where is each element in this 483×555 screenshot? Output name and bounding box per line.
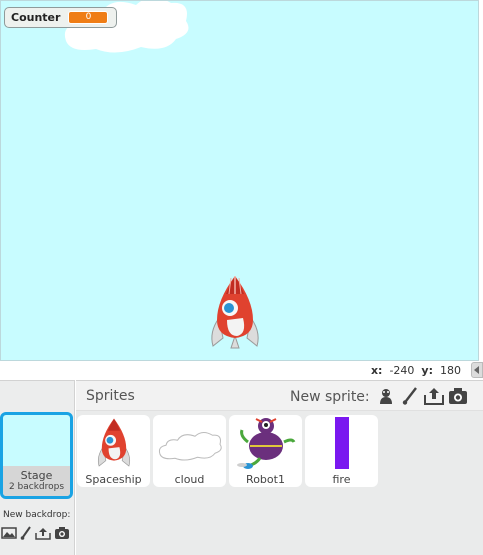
spaceship-sprite[interactable] bbox=[207, 274, 263, 350]
monitor-label: Counter bbox=[11, 11, 61, 24]
x-value: -240 bbox=[389, 364, 415, 377]
sprites-header: Sprites New sprite: bbox=[76, 381, 483, 411]
paintbrush-icon[interactable] bbox=[20, 526, 32, 540]
new-sprite-tools bbox=[376, 386, 468, 406]
sprites-panel: Sprites New sprite: Spaceship cloud Robo… bbox=[76, 380, 483, 555]
stage-collapse-toggle[interactable] bbox=[471, 362, 483, 378]
paintbrush-icon[interactable] bbox=[400, 386, 420, 406]
backdrop-tools bbox=[1, 526, 70, 540]
backdrop-count: 2 backdrops bbox=[8, 482, 65, 492]
sprite-tile-fire[interactable]: fire bbox=[305, 415, 378, 487]
upload-icon[interactable] bbox=[424, 386, 444, 406]
cloud-icon bbox=[153, 415, 226, 471]
stage-canvas[interactable]: Counter 0 bbox=[0, 0, 479, 361]
sprite-name: cloud bbox=[174, 473, 205, 486]
stage-name: Stage bbox=[20, 469, 53, 482]
fire-bar-icon bbox=[305, 415, 378, 471]
sprites-title: Sprites bbox=[86, 388, 135, 404]
camera-icon[interactable] bbox=[448, 386, 468, 406]
camera-icon[interactable] bbox=[54, 526, 70, 540]
coordinate-bar: x: -240 y: 180 bbox=[0, 361, 483, 379]
sprite-name: Spaceship bbox=[85, 473, 142, 486]
stage-info: Stage 2 backdrops bbox=[3, 466, 70, 496]
sprite-tile-cloud[interactable]: cloud bbox=[153, 415, 226, 487]
stage-panel: Stage 2 backdrops New backdrop: bbox=[0, 380, 75, 555]
x-label: x: bbox=[370, 364, 383, 377]
y-value: 180 bbox=[440, 364, 461, 377]
robot-icon bbox=[229, 415, 302, 471]
sprite-tile-robot1[interactable]: Robot1 bbox=[229, 415, 302, 487]
sprite-name: fire bbox=[332, 473, 351, 486]
sprite-library-icon[interactable] bbox=[376, 386, 396, 406]
y-label: y: bbox=[421, 364, 433, 377]
new-sprite-label: New sprite: bbox=[290, 389, 370, 405]
triangle-left-icon bbox=[474, 366, 479, 374]
mouse-coordinates: x: -240 y: 180 bbox=[371, 364, 461, 377]
stage-thumbnail[interactable]: Stage 2 backdrops bbox=[0, 412, 73, 499]
sprite-name: Robot1 bbox=[246, 473, 285, 486]
monitor-value: 0 bbox=[68, 11, 109, 24]
variable-monitor[interactable]: Counter 0 bbox=[4, 7, 117, 28]
sprite-tile-spaceship[interactable]: Spaceship bbox=[77, 415, 150, 487]
upload-icon[interactable] bbox=[35, 526, 51, 540]
spaceship-icon bbox=[77, 415, 150, 471]
new-backdrop-label: New backdrop: bbox=[3, 510, 71, 520]
image-icon[interactable] bbox=[1, 526, 17, 540]
